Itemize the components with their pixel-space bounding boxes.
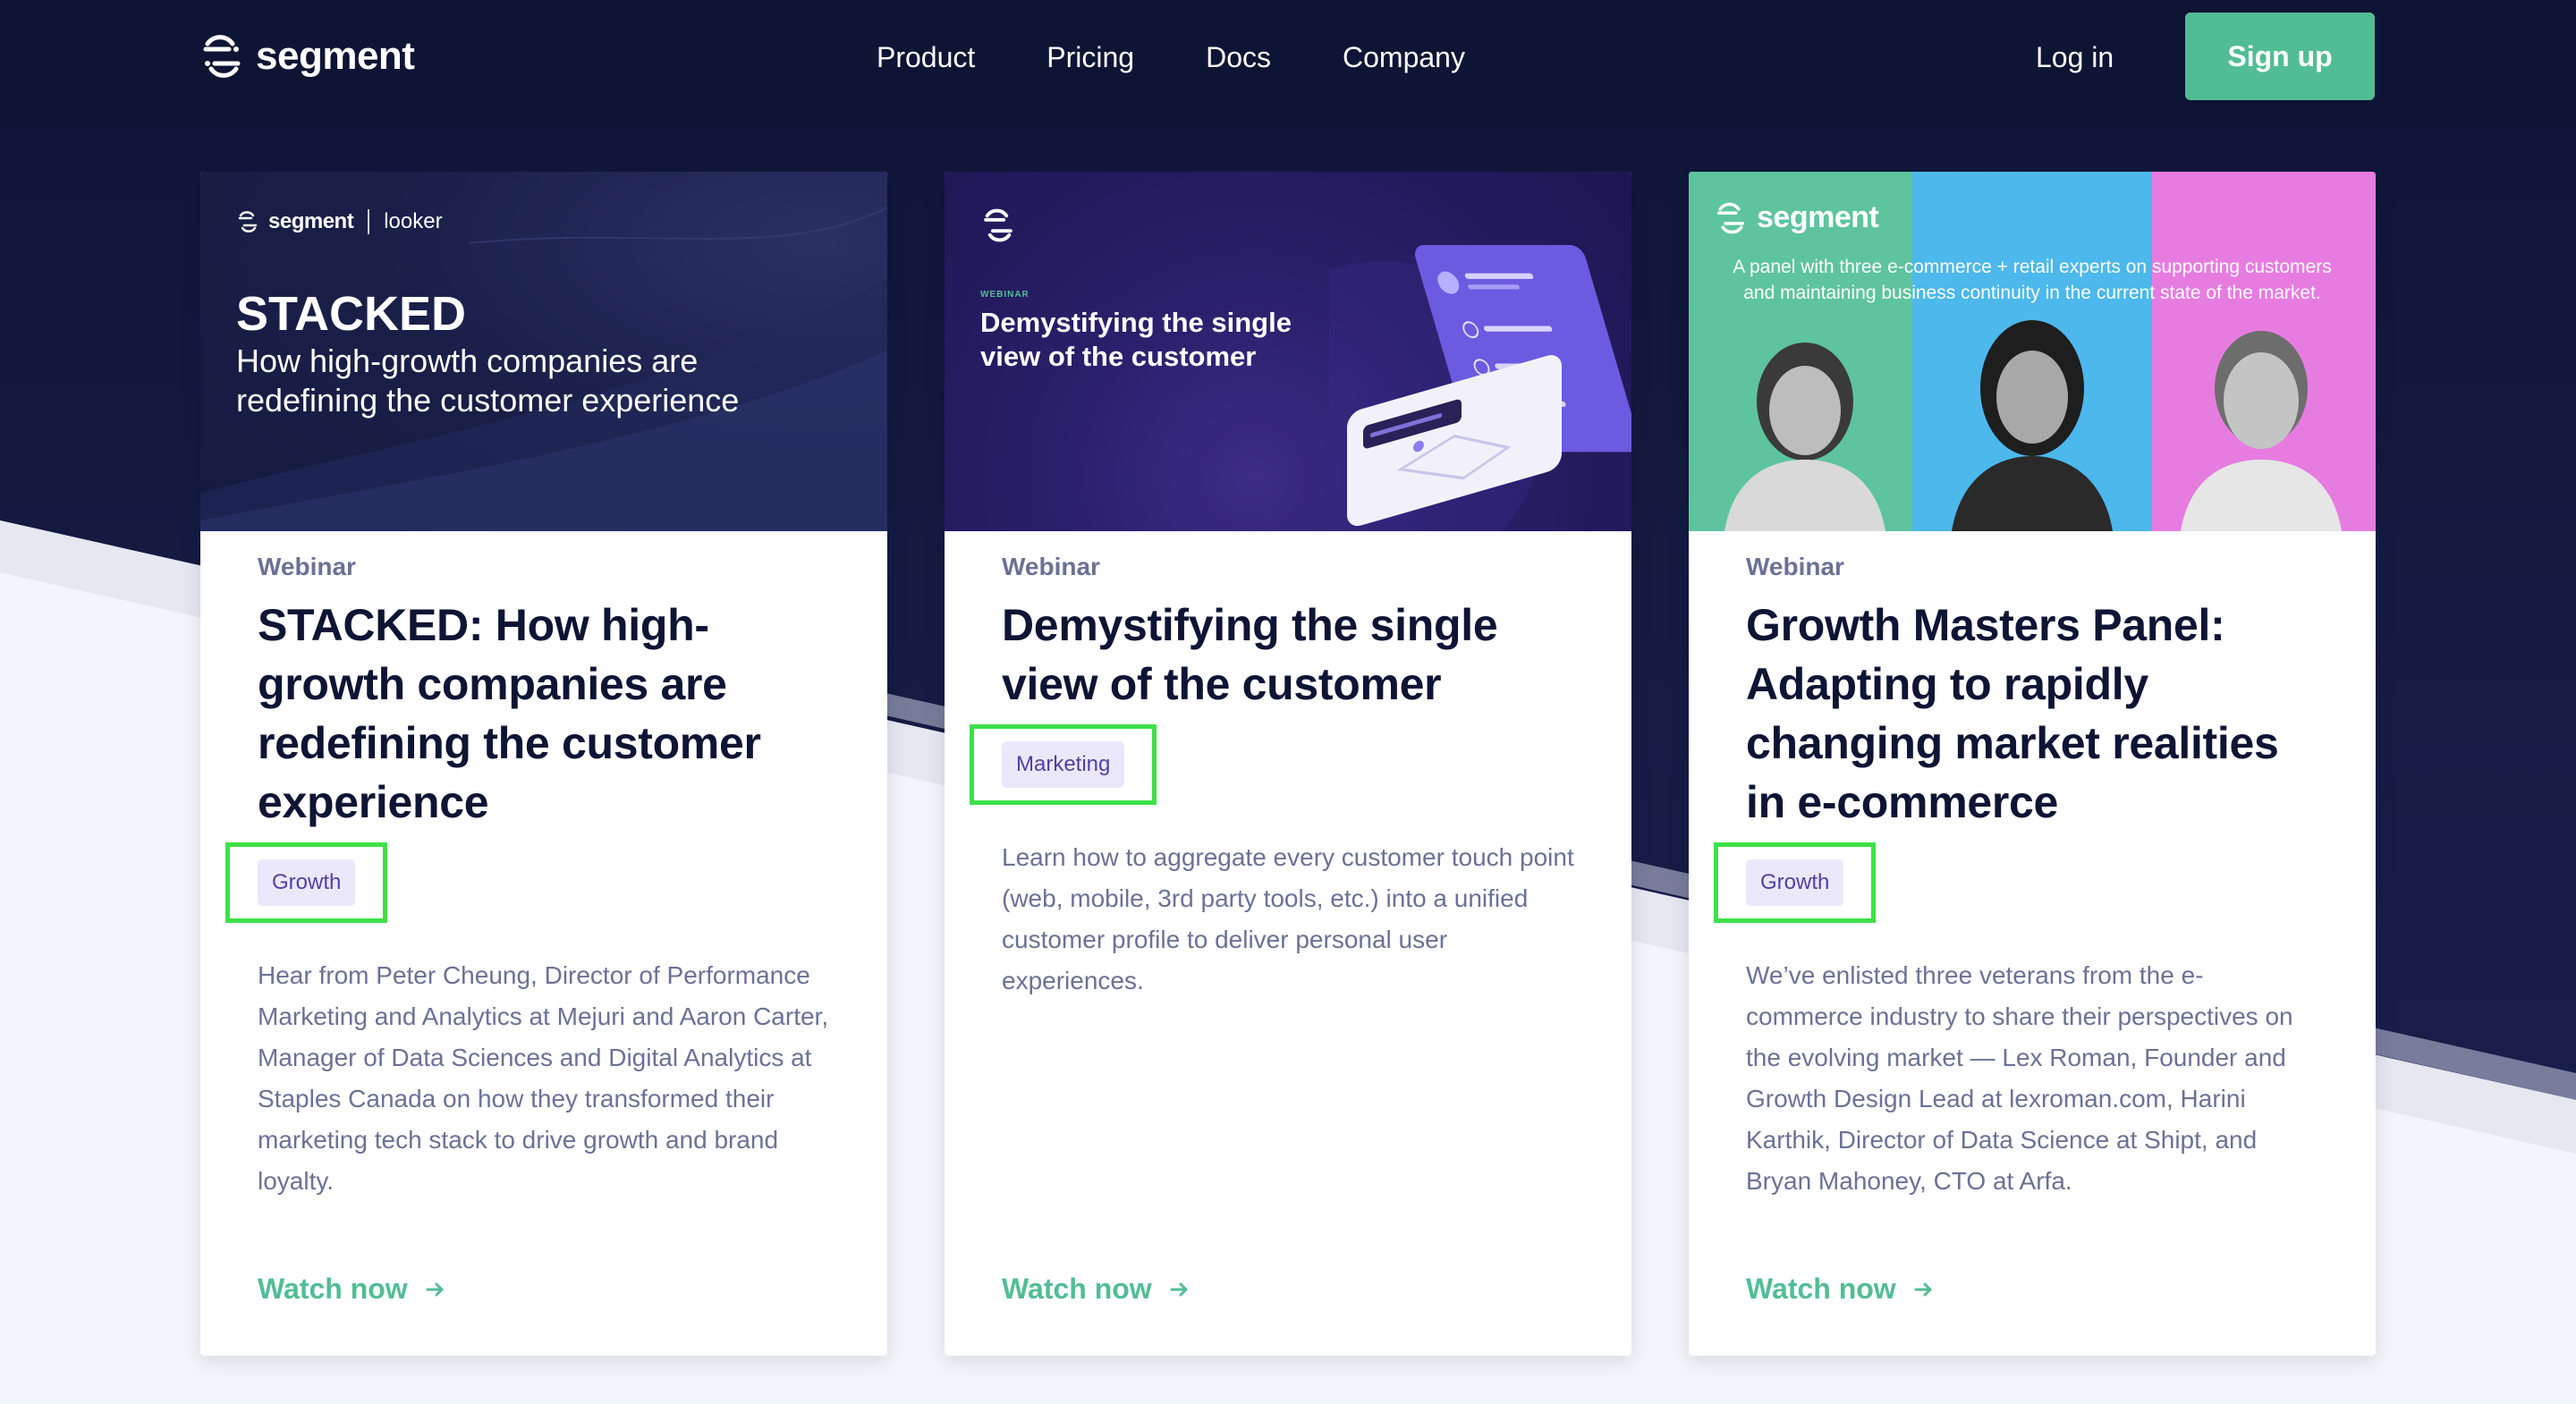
customer-profile-illustration [1329,245,1631,531]
top-navbar: segment Product Pricing Docs Company Log… [0,0,2576,128]
panelist-photo-2 [1952,320,2113,531]
card-title[interactable]: STACKED: How high-growth companies are r… [258,596,830,832]
thumb-kicker: WEBINAR [980,290,1030,300]
nav-pricing[interactable]: Pricing [1011,34,1170,80]
thumb-brand: segment [1757,200,1879,234]
watch-now-label: Watch now [1002,1273,1152,1305]
card-description: We’ve enlisted three veterans from the e… [1746,961,2293,1195]
card-body: Webinar STACKED: How high-growth compani… [225,531,830,1202]
tag-highlight: Marketing [970,724,1157,805]
card-thumbnail: segment looker STACKED How high-growth c… [200,172,887,531]
segment-logo-icon [203,35,241,78]
card-body: Webinar Growth Masters Panel: Adapting t… [1714,531,2318,1202]
tag-highlight: Growth [1714,842,1877,923]
segment-logo-icon [238,211,258,233]
card-description: Hear from Peter Cheung, Director of Perf… [258,961,829,1195]
tag-highlight: Growth [225,842,388,923]
watch-now-label: Watch now [258,1273,408,1305]
panelist-photo-3 [2181,331,2342,531]
card-thumbnail: WEBINAR Demystifying the single view of … [945,172,1631,531]
panelist-photo-1 [1724,343,1885,531]
segment-logo[interactable]: segment [199,32,415,80]
webinar-card-stacked[interactable]: segment looker STACKED How high-growth c… [200,172,887,1356]
webinar-card-demystifying[interactable]: WEBINAR Demystifying the single view of … [945,172,1631,1356]
nav-docs[interactable]: Docs [1170,34,1307,80]
arrow-right-icon [426,1282,444,1296]
looker-logo: looker [384,209,443,233]
category-tag[interactable]: Marketing [1002,741,1125,788]
card-description: Learn how to aggregate every customer to… [1002,843,1574,994]
thumb-logo: segment [1714,200,1879,235]
nav-company[interactable]: Company [1307,34,1501,80]
thumb-headline: STACKED [236,287,467,341]
watch-now-link[interactable]: Watch now [1002,1273,1190,1306]
segment-logo-icon [1717,202,1744,233]
card-thumbnail: segment A panel with three e-commerce + … [1689,172,2376,531]
thumb-logos: segment looker [236,209,443,234]
card-title[interactable]: Demystifying the single view of the cust… [1002,596,1574,714]
segment-logo-icon [984,208,1013,242]
category-tag[interactable]: Growth [1746,859,1844,906]
watch-now-label: Watch now [1746,1273,1896,1305]
card-title[interactable]: Growth Masters Panel: Adapting to rapidl… [1746,596,2318,832]
thumb-headline: Demystifying the single view of the cust… [980,307,1292,372]
brand-name: segment [256,34,415,78]
card-eyebrow: Webinar [1002,553,1100,580]
watch-now-link[interactable]: Watch now [1746,1273,1934,1306]
signup-button[interactable]: Sign up [2185,13,2375,100]
nav-product[interactable]: Product [841,34,1011,80]
main-nav: Product Pricing Docs Company [841,34,1501,80]
webinar-card-growth-masters[interactable]: segment A panel with three e-commerce + … [1689,172,2376,1356]
category-tag[interactable]: Growth [258,859,356,906]
card-body: Webinar Demystifying the single view of … [970,531,1574,1002]
arrow-right-icon [1170,1282,1188,1296]
logo-divider [368,209,370,234]
card-eyebrow: Webinar [258,553,356,580]
thumb-subhead: How high-growth companies are redefining… [236,343,740,419]
card-eyebrow: Webinar [1746,553,1844,580]
arrow-right-icon [1914,1282,1932,1296]
watch-now-link[interactable]: Watch now [258,1273,445,1306]
login-link[interactable]: Log in [2036,34,2114,80]
thumb-brand: segment [268,209,354,233]
